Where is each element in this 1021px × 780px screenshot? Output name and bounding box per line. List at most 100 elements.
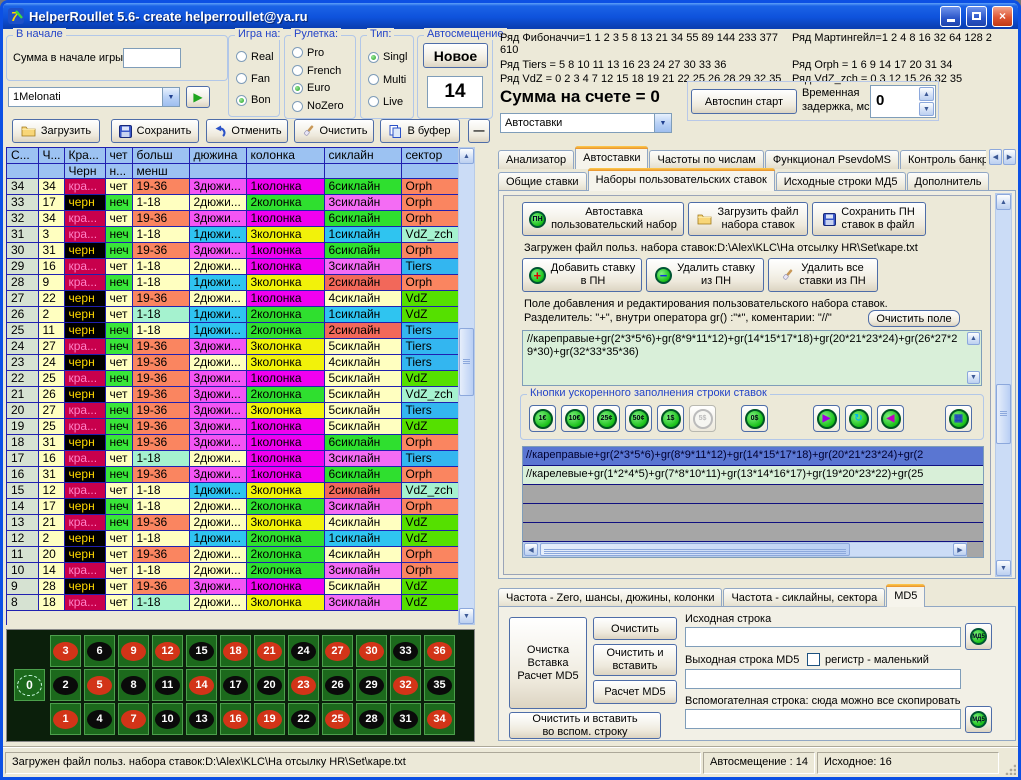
md5-clear-button[interactable]: Очистить — [593, 617, 677, 640]
radio-option-pro[interactable]: Pro — [285, 47, 355, 59]
quick-money-0-button[interactable]: 0$ — [741, 405, 768, 432]
resize-grip[interactable] — [1004, 763, 1016, 775]
preset-run-button[interactable]: ▶ — [186, 86, 210, 108]
bet-set-row[interactable]: //карелевые+gr(1*2*4*5)+gr(7*8*10*11)+gr… — [523, 466, 983, 485]
save-button[interactable]: Сохранить — [111, 119, 199, 143]
tab-исходные-строки-мд5[interactable]: Исходные строки МД5 — [776, 172, 906, 191]
board-cell-7[interactable]: 7 — [118, 703, 149, 735]
board-cell-16[interactable]: 16 — [220, 703, 251, 735]
board-cell-11[interactable]: 11 — [152, 669, 183, 701]
panel-scrollbar[interactable]: ▲ ▼ — [995, 193, 1012, 577]
clear-button[interactable]: Очистить — [294, 119, 374, 143]
board-cell-3[interactable]: 3 — [50, 635, 81, 667]
remove-all-bets-button[interactable]: Удалить все ставки из ПН — [768, 258, 878, 292]
quick-money-50-button[interactable]: 50¢ — [625, 405, 652, 432]
radio-option-multi[interactable]: Multi — [361, 74, 413, 86]
board-cell-26[interactable]: 26 — [322, 669, 353, 701]
board-cell-33[interactable]: 33 — [390, 635, 421, 667]
scroll-up-icon[interactable]: ▲ — [459, 148, 474, 164]
board-cell-31[interactable]: 31 — [390, 703, 421, 735]
board-cell-32[interactable]: 32 — [390, 669, 421, 701]
load-set-file-button[interactable]: Загрузить файл набора ставок — [688, 202, 808, 236]
scroll-up-icon[interactable]: ▲ — [996, 194, 1011, 210]
start-sum-input[interactable] — [123, 48, 181, 68]
close-button[interactable]: × — [992, 6, 1013, 27]
radio-option-bon[interactable]: Bon — [229, 94, 279, 106]
autobets-dropdown[interactable]: Автоставки ▼ — [500, 113, 672, 133]
autoshift-new-button[interactable]: Новое — [423, 43, 488, 68]
quick-refresh-button[interactable]: ↻ — [845, 405, 872, 432]
board-cell-5[interactable]: 5 — [84, 669, 115, 701]
tab-частоты-по-числам[interactable]: Частоты по числам — [649, 150, 763, 169]
tab-частота-сиклайны-сектора[interactable]: Частота - сиклайны, сектора — [723, 588, 885, 607]
add-bet-button[interactable]: +Добавить ставку в ПН — [522, 258, 642, 292]
save-set-file-button[interactable]: Сохранить ПН ставок в файл — [812, 202, 926, 236]
board-cell-14[interactable]: 14 — [186, 669, 217, 701]
quick-money-1-button[interactable]: 1€ — [529, 405, 556, 432]
md5-clear-paste-calc-button[interactable]: Очистка Вставка Расчет MD5 — [509, 617, 587, 709]
maximize-button[interactable] — [966, 6, 987, 27]
chevron-down-icon[interactable]: ▼ — [162, 88, 179, 106]
table-scrollbar[interactable]: ▲ ▼ — [458, 147, 475, 625]
board-cell-17[interactable]: 17 — [220, 669, 251, 701]
board-cell-0[interactable]: 0 — [14, 669, 45, 701]
tab-общие-ставки[interactable]: Общие ставки — [498, 172, 587, 191]
editor-scroll-up-icon[interactable]: ▲ — [967, 332, 980, 345]
radio-option-euro[interactable]: Euro — [285, 82, 355, 94]
board-cell-18[interactable]: 18 — [220, 635, 251, 667]
board-cell-36[interactable]: 36 — [424, 635, 455, 667]
board-cell-22[interactable]: 22 — [288, 703, 319, 735]
board-cell-6[interactable]: 6 — [84, 635, 115, 667]
radio-option-nozero[interactable]: NoZero — [285, 100, 355, 112]
board-cell-13[interactable]: 13 — [186, 703, 217, 735]
md5-source-input[interactable] — [685, 627, 961, 647]
md5-calc-source-button[interactable]: МД5 — [965, 623, 992, 650]
md5-output-input[interactable] — [685, 669, 961, 689]
board-cell-2[interactable]: 2 — [50, 669, 81, 701]
tab-автоставки[interactable]: Автоставки — [575, 146, 648, 169]
board-cell-12[interactable]: 12 — [152, 635, 183, 667]
board-cell-24[interactable]: 24 — [288, 635, 319, 667]
quick-money-10-button[interactable]: 10€ — [561, 405, 588, 432]
tab-md5[interactable]: MD5 — [886, 584, 925, 607]
board-cell-21[interactable]: 21 — [254, 635, 285, 667]
autobet-user-set-button[interactable]: ПНАвтоставка пользовательский набор — [522, 202, 684, 236]
list-scroll-thumb[interactable] — [540, 543, 850, 556]
tab-контроль-банкро[interactable]: Контроль банкро — [900, 150, 986, 169]
board-cell-19[interactable]: 19 — [254, 703, 285, 735]
tab-функционал-psevdoms[interactable]: Функционал PsevdoMS — [765, 150, 899, 169]
board-cell-10[interactable]: 10 — [152, 703, 183, 735]
chevron-down-icon[interactable]: ▼ — [654, 114, 671, 132]
bet-set-row[interactable] — [523, 504, 983, 523]
board-cell-34[interactable]: 34 — [424, 703, 455, 735]
quick-grid-button[interactable]: ▦ — [945, 405, 972, 432]
clear-field-button[interactable]: Очистить поле — [868, 310, 960, 327]
quick-back-arrow-button[interactable]: ◀ — [877, 405, 904, 432]
board-cell-1[interactable]: 1 — [50, 703, 81, 735]
undo-button[interactable]: Отменить — [206, 119, 288, 143]
bet-set-row[interactable] — [523, 485, 983, 504]
board-cell-27[interactable]: 27 — [322, 635, 353, 667]
minimize-button[interactable] — [940, 6, 961, 27]
table-scroll-thumb[interactable] — [459, 328, 474, 396]
bet-set-row[interactable]: //кареправые+gr(2*3*5*6)+gr(8*9*11*12)+g… — [523, 447, 983, 466]
board-cell-20[interactable]: 20 — [254, 669, 285, 701]
quick-money-25-button[interactable]: 25¢ — [593, 405, 620, 432]
radio-option-singl[interactable]: Singl — [361, 51, 413, 63]
md5-clear-and-paste-button[interactable]: Очистить и вставить — [593, 644, 677, 676]
board-cell-23[interactable]: 23 — [288, 669, 319, 701]
board-cell-8[interactable]: 8 — [118, 669, 149, 701]
tab-наборы-пользовательских-ставок[interactable]: Наборы пользовательских ставок — [588, 168, 775, 191]
bet-string-editor[interactable]: //кареправые+gr(2*3*5*6)+gr(8*9*11*12)+g… — [522, 330, 982, 386]
md5-aux-input[interactable] — [685, 709, 961, 729]
quick-play-button[interactable]: ▶ — [813, 405, 840, 432]
tabs-scroll-left-icon[interactable]: ◀ — [989, 149, 1002, 165]
scroll-down-icon[interactable]: ▼ — [996, 560, 1011, 576]
board-cell-25[interactable]: 25 — [322, 703, 353, 735]
tab-дополнитель[interactable]: Дополнитель — [907, 172, 990, 191]
collapse-button[interactable]: — — [468, 119, 490, 143]
board-cell-30[interactable]: 30 — [356, 635, 387, 667]
radio-option-real[interactable]: Real — [229, 51, 279, 63]
board-cell-28[interactable]: 28 — [356, 703, 387, 735]
remove-bet-button[interactable]: −Удалить ставку из ПН — [646, 258, 764, 292]
